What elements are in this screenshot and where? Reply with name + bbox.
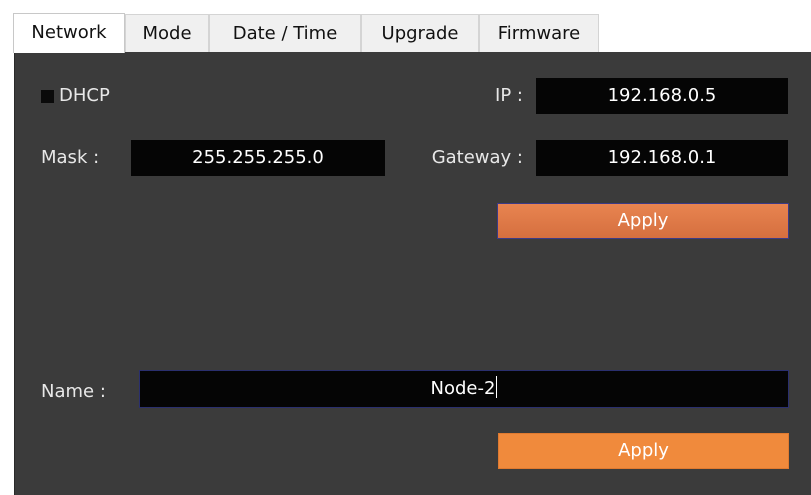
dhcp-label: DHCP <box>59 85 110 106</box>
settings-window: Network Mode Date / Time Upgrade Firmwar… <box>0 0 811 495</box>
mask-label: Mask : <box>41 147 100 168</box>
tab-date-time[interactable]: Date / Time <box>209 14 361 52</box>
name-field[interactable]: Node-2 <box>139 370 789 408</box>
tab-bar: Network Mode Date / Time Upgrade Firmwar… <box>13 13 811 53</box>
name-apply-button[interactable]: Apply <box>498 433 789 469</box>
tab-firmware[interactable]: Firmware <box>479 14 599 52</box>
tab-upgrade[interactable]: Upgrade <box>361 14 479 52</box>
network-panel: DHCP IP : 192.168.0.5 Mask : 255.255.255… <box>14 52 811 495</box>
ip-field[interactable]: 192.168.0.5 <box>536 78 788 114</box>
text-cursor <box>496 376 498 398</box>
network-apply-button[interactable]: Apply <box>497 203 789 239</box>
tab-network[interactable]: Network <box>13 13 125 53</box>
dhcp-checkbox[interactable] <box>41 90 54 103</box>
gateway-field[interactable]: 192.168.0.1 <box>536 140 788 176</box>
gateway-label: Gateway : <box>431 147 523 168</box>
mask-field[interactable]: 255.255.255.0 <box>131 140 385 176</box>
name-label: Name : <box>41 381 106 402</box>
name-value: Node-2 <box>430 378 496 399</box>
ip-label: IP : <box>495 85 523 106</box>
tab-mode[interactable]: Mode <box>125 14 209 52</box>
